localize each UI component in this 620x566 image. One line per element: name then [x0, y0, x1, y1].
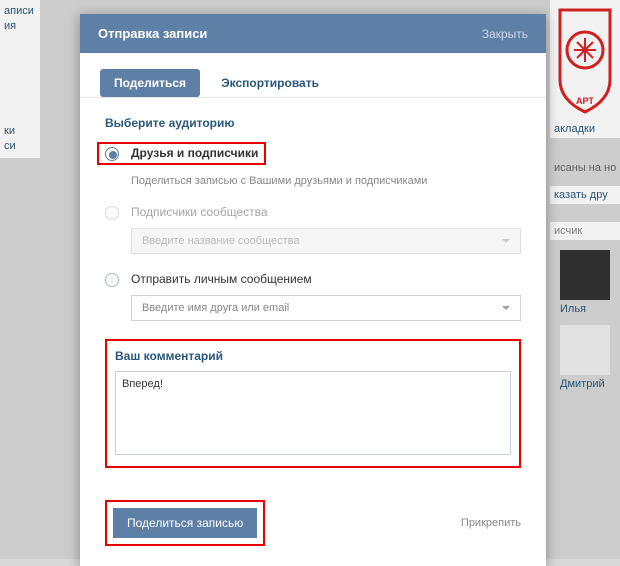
submit-highlight: Поделиться записью: [105, 500, 265, 546]
community-select[interactable]: Введите название сообщества: [131, 228, 521, 254]
modal-body: Выберите аудиторию Друзья и подписчики П…: [80, 98, 546, 486]
submit-button[interactable]: Поделиться записью: [113, 508, 257, 538]
private-placeholder: Введите имя друга или email: [142, 302, 289, 314]
chevron-down-icon: [502, 306, 510, 310]
tab-export[interactable]: Экспортировать: [207, 69, 333, 97]
attach-link[interactable]: Прикрепить: [461, 517, 521, 529]
comment-section-highlight: Ваш комментарий: [105, 339, 521, 468]
private-select[interactable]: Введите имя друга или email: [131, 295, 521, 321]
share-modal: Отправка записи Закрыть Поделиться Экспо…: [80, 14, 546, 566]
option-community[interactable]: Подписчики сообщества: [105, 205, 521, 220]
option-private[interactable]: Отправить личным сообщением: [105, 272, 521, 287]
comment-input[interactable]: [115, 371, 511, 455]
modal-header: Отправка записи Закрыть: [80, 14, 546, 53]
option-friends[interactable]: Друзья и подписчики: [105, 146, 258, 161]
radio-icon: [105, 147, 119, 161]
comment-title: Ваш комментарий: [115, 349, 511, 363]
option-friends-desc: Поделиться записью с Вашими друзьями и п…: [131, 175, 521, 187]
radio-icon: [105, 273, 119, 287]
chevron-down-icon: [502, 239, 510, 243]
audience-title: Выберите аудиторию: [105, 116, 521, 130]
modal-footer: Поделиться записью Прикрепить: [80, 486, 546, 566]
tab-share[interactable]: Поделиться: [100, 69, 200, 97]
close-button[interactable]: Закрыть: [482, 27, 528, 41]
modal-title: Отправка записи: [98, 26, 207, 41]
option-community-label: Подписчики сообщества: [131, 205, 268, 219]
community-placeholder: Введите название сообщества: [142, 235, 300, 247]
option-private-label: Отправить личным сообщением: [131, 272, 312, 286]
option-friends-highlight: Друзья и подписчики: [97, 142, 266, 165]
radio-icon: [105, 206, 119, 220]
tabs: Поделиться Экспортировать: [80, 53, 546, 98]
option-friends-label: Друзья и подписчики: [131, 146, 258, 160]
